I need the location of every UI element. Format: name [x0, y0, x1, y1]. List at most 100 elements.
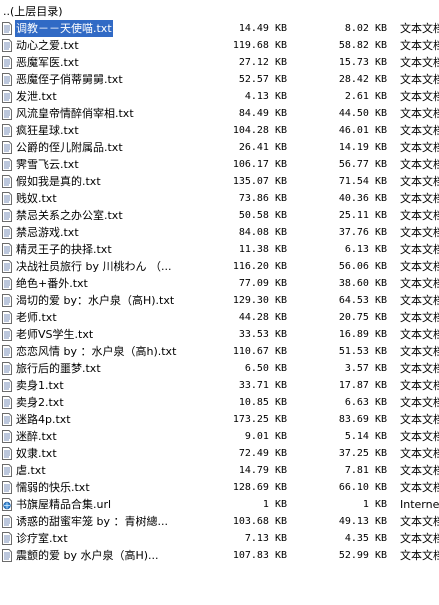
file-row[interactable]: 公爵的侄儿附属品.txt 26.41 KB 14.19 KB 文本文档 [0, 139, 439, 156]
packed-size: 15.73 KB [338, 57, 387, 68]
file-row[interactable]: 诱惑的甜蜜牢笼 by ：青树總... 103.68 KB 49.13 KB 文本文档 [0, 513, 439, 530]
file-row[interactable]: 绝色+番外.txt 77.09 KB 38.60 KB 文本文档 [0, 275, 439, 292]
file-size: 33.53 KB [238, 329, 287, 340]
file-row[interactable]: 决战社员旅行 by 川桃わん （... 116.20 KB 56.06 KB 文本文档 [0, 258, 439, 275]
file-size: 110.67 KB [232, 346, 287, 357]
text-file-icon [2, 481, 12, 494]
file-name: 禁忌游戏.txt [16, 226, 79, 239]
file-row[interactable]: 懦弱的快乐.txt 128.69 KB 66.10 KB 文本文档 [0, 479, 439, 496]
file-row[interactable]: 贱奴.txt 73.86 KB 40.36 KB 文本文档 [0, 190, 439, 207]
text-file-icon [2, 447, 12, 460]
file-row[interactable]: 精灵王子的抉择.txt 11.38 KB 6.13 KB 文本文档 [0, 241, 439, 258]
text-file-icon [2, 175, 12, 188]
packed-size: 3.57 KB [344, 363, 387, 374]
file-row[interactable]: 卖身1.txt 33.71 KB 17.87 KB 文本文档 [0, 377, 439, 394]
file-row[interactable]: 假如我是真的.txt 135.07 KB 71.54 KB 文本文档 [0, 173, 439, 190]
file-size: 104.28 KB [232, 125, 287, 136]
file-row[interactable]: 疯狂星球.txt 104.28 KB 46.01 KB 文本文档 [0, 122, 439, 139]
packed-size: 6.63 KB [344, 397, 387, 408]
file-name: 决战社员旅行 by 川桃わん （... [16, 260, 172, 273]
packed-size: 6.13 KB [344, 244, 387, 255]
file-row[interactable]: 震颤的爱 by 水户泉（高H)... 107.83 KB 52.99 KB 文本文档 [0, 547, 439, 564]
text-file-icon [2, 56, 12, 69]
packed-size: 56.06 KB [338, 261, 387, 272]
file-row[interactable]: 奴隶.txt 72.49 KB 37.25 KB 文本文档 [0, 445, 439, 462]
file-row[interactable]: 风流皇帝情醉俏宰相.txt 84.49 KB 44.50 KB 文本文档 [0, 105, 439, 122]
file-row[interactable]: 动心之爱.txt 119.68 KB 58.82 KB 文本文档 [0, 37, 439, 54]
file-type: 文本文档 [400, 209, 439, 222]
text-file-icon [2, 243, 12, 256]
file-name: 贱奴.txt [16, 192, 57, 205]
file-name: 渴切的爱 by：水户泉（高H).txt [16, 294, 175, 307]
packed-size: 37.25 KB [338, 448, 387, 459]
file-size: 7.13 KB [244, 533, 287, 544]
file-type: 文本文档 [400, 141, 439, 154]
text-file-icon [2, 328, 12, 341]
file-row[interactable]: 禁忌游戏.txt 84.08 KB 37.76 KB 文本文档 [0, 224, 439, 241]
file-size: 33.71 KB [238, 380, 287, 391]
file-row[interactable]: 禁忌关系之办公室.txt 50.58 KB 25.11 KB 文本文档 [0, 207, 439, 224]
file-list[interactable]: ..(上层目录) 调教－－天使喵.txt 14.49 KB 8.02 KB 文本文档 动… [0, 3, 439, 564]
file-type: 文本文档 [400, 464, 439, 477]
file-row[interactable]: 恋恋风情 by ：水户泉（高h).txt 110.67 KB 51.53 KB 文本文… [0, 343, 439, 360]
file-name: 震颤的爱 by 水户泉（高H)... [16, 549, 159, 562]
packed-size: 66.10 KB [338, 482, 387, 493]
file-type: 文本文档 [400, 328, 439, 341]
file-row[interactable]: 霁雪飞云.txt 106.17 KB 56.77 KB 文本文档 [0, 156, 439, 173]
file-row[interactable]: 迷醉.txt 9.01 KB 5.14 KB 文本文档 [0, 428, 439, 445]
file-name: 公爵的侄儿附属品.txt [16, 141, 123, 154]
file-type: 文本文档 [400, 311, 439, 324]
packed-size: 14.19 KB [338, 142, 387, 153]
packed-size: 8.02 KB [344, 23, 387, 34]
text-file-icon [2, 379, 12, 392]
file-row[interactable]: 诊疗室.txt 7.13 KB 4.35 KB 文本文档 [0, 530, 439, 547]
file-type: Internet [400, 498, 439, 511]
file-name: 动心之爱.txt [16, 39, 79, 52]
packed-size: 38.60 KB [338, 278, 387, 289]
file-size: 129.30 KB [232, 295, 287, 306]
file-size: 135.07 KB [232, 176, 287, 187]
file-row[interactable]: 卖身2.txt 10.85 KB 6.63 KB 文本文档 [0, 394, 439, 411]
packed-size: 25.11 KB [338, 210, 387, 221]
file-type: 文本文档 [400, 362, 439, 375]
file-row[interactable]: 老师.txt 44.28 KB 20.75 KB 文本文档 [0, 309, 439, 326]
file-size: 26.41 KB [238, 142, 287, 153]
file-size: 106.17 KB [232, 159, 287, 170]
file-row[interactable]: 旅行后的噩梦.txt 6.50 KB 3.57 KB 文本文档 [0, 360, 439, 377]
text-file-icon [2, 277, 12, 290]
file-size: 6.50 KB [244, 363, 287, 374]
file-type: 文本文档 [400, 22, 439, 35]
file-row[interactable]: 迷路4p.txt 173.25 KB 83.69 KB 文本文档 [0, 411, 439, 428]
text-file-icon [2, 294, 12, 307]
file-name: 绝色+番外.txt [16, 277, 88, 290]
file-size: 103.68 KB [232, 516, 287, 527]
file-row[interactable]: 渴切的爱 by：水户泉（高H).txt 129.30 KB 64.53 KB 文本文档 [0, 292, 439, 309]
file-size: 84.08 KB [238, 227, 287, 238]
file-row[interactable]: 老师VS学生.txt 33.53 KB 16.89 KB 文本文档 [0, 326, 439, 343]
file-name: 老师.txt [16, 311, 57, 324]
file-row[interactable]: 发泄.txt 4.13 KB 2.61 KB 文本文档 [0, 88, 439, 105]
file-type: 文本文档 [400, 192, 439, 205]
file-name: 书旗屋精品合集.url [16, 498, 112, 511]
parent-directory-row[interactable]: ..(上层目录) [0, 3, 439, 20]
text-file-icon [2, 515, 12, 528]
file-type: 文本文档 [400, 345, 439, 358]
file-size: 4.13 KB [244, 91, 287, 102]
text-file-icon [2, 22, 12, 35]
packed-size: 20.75 KB [338, 312, 387, 323]
text-file-icon [2, 362, 12, 375]
file-size: 11.38 KB [238, 244, 287, 255]
text-file-icon [2, 532, 12, 545]
file-row[interactable]: 恶魔军医.txt 27.12 KB 15.73 KB 文本文档 [0, 54, 439, 71]
file-name: 旅行后的噩梦.txt [16, 362, 101, 375]
file-size: 52.57 KB [238, 74, 287, 85]
file-row[interactable]: 书旗屋精品合集.url 1 KB 1 KB Internet [0, 496, 439, 513]
file-name: 懦弱的快乐.txt [16, 481, 90, 494]
file-row[interactable]: 恶魔侄子俏蒂舅舅.txt 52.57 KB 28.42 KB 文本文档 [0, 71, 439, 88]
file-size: 73.86 KB [238, 193, 287, 204]
file-name: 霁雪飞云.txt [16, 158, 79, 171]
file-name: 诊疗室.txt [16, 532, 68, 545]
file-row[interactable]: 虐.txt 14.79 KB 7.81 KB 文本文档 [0, 462, 439, 479]
file-row[interactable]: 调教－－天使喵.txt 14.49 KB 8.02 KB 文本文档 [0, 20, 439, 37]
packed-size: 49.13 KB [338, 516, 387, 527]
